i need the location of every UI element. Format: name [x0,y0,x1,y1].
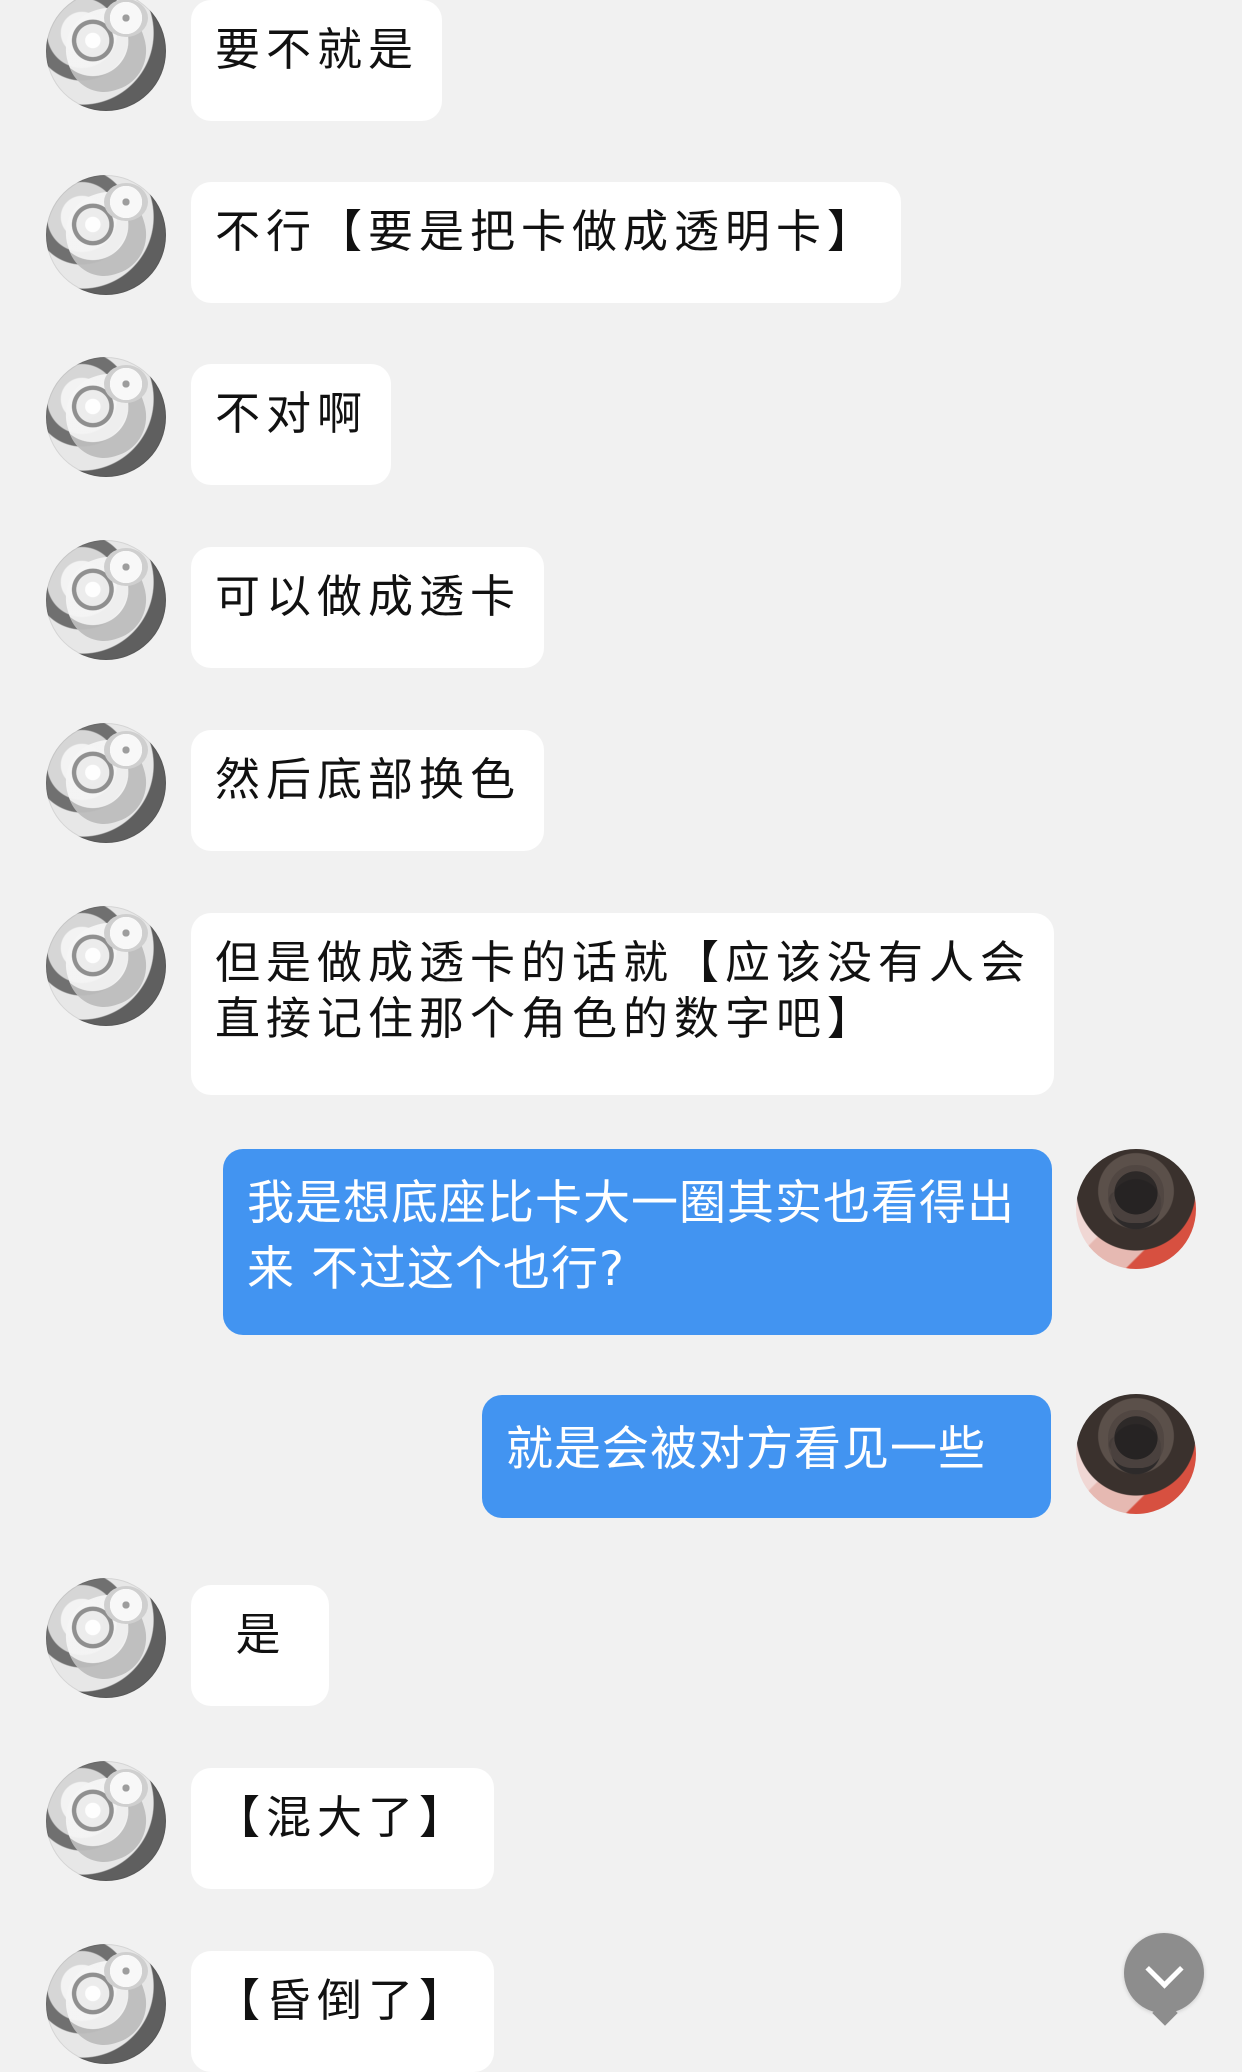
message-bubble[interactable]: 【昏倒了】 [191,1951,494,2072]
sender-avatar[interactable] [46,1944,166,2064]
sender-avatar[interactable] [46,906,166,1026]
message-text: 【混大了】 [215,1791,471,1844]
chat-thread: 要不就是 不行【要是把卡做成透明卡】 不对啊 可以做成透卡 然后底部换色 但是做… [0,0,1242,2072]
sender-avatar[interactable] [46,723,166,843]
message-bubble[interactable]: 要不就是 [191,0,442,121]
message-text: 就是会被对方看见一些 [506,1422,986,1477]
message-bubble[interactable]: 但是做成透卡的话就【应该没有人会直接记住那个角色的数字吧】 [191,913,1054,1095]
sender-avatar[interactable] [46,357,166,477]
message-bubble[interactable]: 我是想底座比卡大一圈其实也看得出来 不过这个也行? [223,1149,1052,1335]
message-text: 是 [235,1608,287,1661]
message-bubble[interactable]: 就是会被对方看见一些 [482,1395,1051,1518]
message-bubble[interactable]: 不行【要是把卡做成透明卡】 [191,182,901,303]
message-text: 不行【要是把卡做成透明卡】 [215,205,879,258]
message-bubble[interactable]: 不对啊 [191,364,391,485]
message-text: 可以做成透卡 [215,570,522,623]
message-text: 【昏倒了】 [215,1974,471,2027]
sender-avatar[interactable] [46,540,166,660]
message-text: 但是做成透卡的话就【应该没有人会直接记住那个角色的数字吧】 [215,936,1032,1045]
message-text: 不对啊 [215,387,369,440]
message-bubble[interactable]: 【混大了】 [191,1768,494,1889]
sender-avatar[interactable] [1076,1394,1196,1514]
sender-avatar[interactable] [1076,1149,1196,1269]
message-bubble[interactable]: 然后底部换色 [191,730,544,851]
message-text: 我是想底座比卡大一圈其实也看得出来 不过这个也行? [247,1176,1015,1297]
sender-avatar[interactable] [46,0,166,111]
sender-avatar[interactable] [46,1578,166,1698]
message-text: 然后底部换色 [215,753,522,806]
message-bubble[interactable]: 是 [191,1585,329,1706]
message-text: 要不就是 [215,23,420,76]
message-bubble[interactable]: 可以做成透卡 [191,547,544,668]
sender-avatar[interactable] [46,1761,166,1881]
sender-avatar[interactable] [46,175,166,295]
